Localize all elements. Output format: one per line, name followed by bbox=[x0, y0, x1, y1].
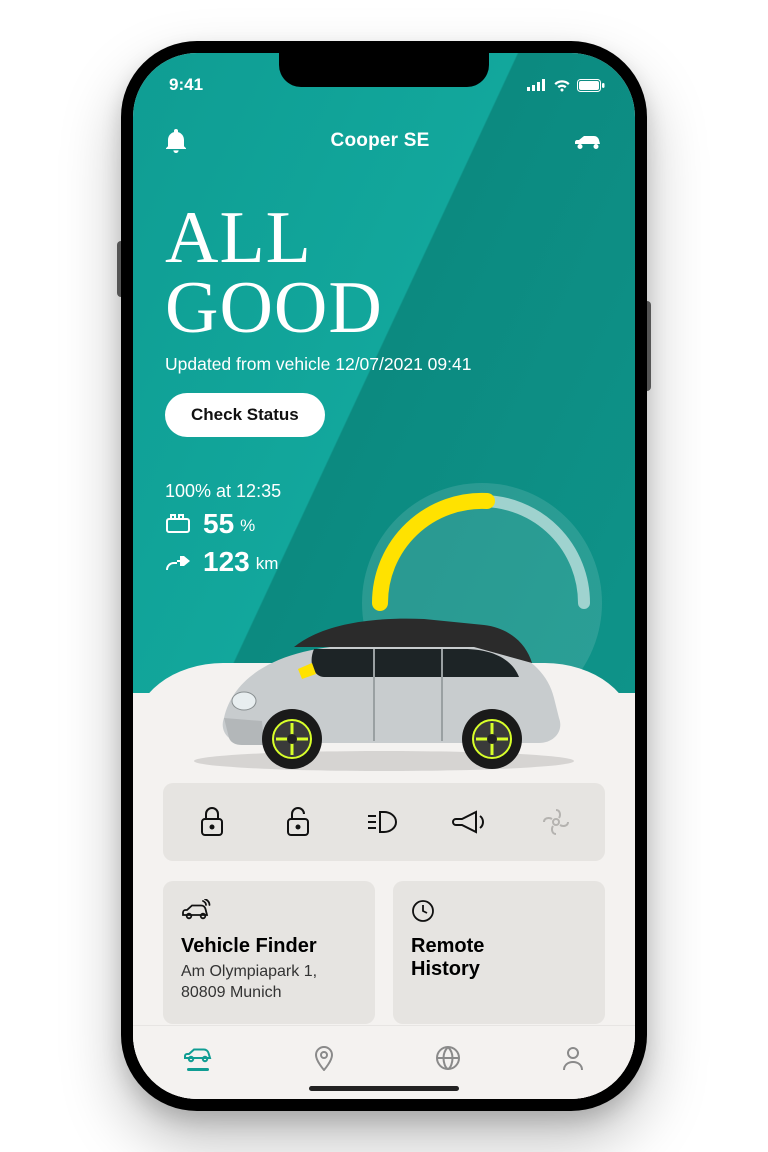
status-indicators bbox=[527, 79, 605, 92]
tab-vehicle[interactable] bbox=[183, 1044, 213, 1071]
lock-button[interactable] bbox=[169, 783, 255, 861]
remote-history-card[interactable]: Remote History bbox=[393, 881, 605, 1024]
lock-icon bbox=[196, 805, 228, 839]
finder-title: Vehicle Finder bbox=[181, 935, 357, 958]
range-value: 123 bbox=[203, 546, 250, 578]
finder-address: Am Olympiapark 1, 80809 Munich bbox=[181, 962, 357, 1004]
tab-map[interactable] bbox=[313, 1045, 335, 1071]
unlock-button[interactable] bbox=[255, 783, 341, 861]
clock-icon bbox=[411, 899, 435, 923]
status-time: 9:41 bbox=[169, 75, 203, 95]
tab-discover[interactable] bbox=[435, 1045, 461, 1071]
person-icon bbox=[561, 1045, 585, 1071]
updated-text: Updated from vehicle 12/07/2021 09:41 bbox=[165, 354, 603, 375]
home-indicator[interactable] bbox=[309, 1086, 459, 1091]
history-title: Remote History bbox=[411, 935, 587, 981]
bell-icon bbox=[165, 129, 187, 153]
headlight-icon bbox=[366, 808, 402, 836]
tab-profile[interactable] bbox=[561, 1045, 585, 1071]
climate-button[interactable] bbox=[513, 783, 599, 861]
vehicle-finder-card[interactable]: Vehicle Finder Am Olympiapark 1, 80809 M… bbox=[163, 881, 375, 1024]
battery-pack-icon bbox=[165, 514, 193, 534]
unlock-icon bbox=[282, 805, 314, 839]
wifi-icon bbox=[553, 79, 571, 92]
notifications-button[interactable] bbox=[165, 129, 187, 153]
status-headline: ALL GOOD bbox=[165, 203, 603, 344]
car-locate-icon bbox=[181, 899, 211, 921]
battery-unit: % bbox=[240, 516, 255, 540]
fan-icon bbox=[540, 806, 572, 838]
hero: Cooper SE ALL GOOD Updated from vehicle … bbox=[133, 53, 635, 693]
charging-plug-icon bbox=[165, 552, 193, 572]
globe-icon bbox=[435, 1045, 461, 1071]
battery-percent: 55 bbox=[203, 508, 234, 540]
app-bar: Cooper SE bbox=[165, 113, 603, 169]
pin-icon bbox=[313, 1045, 335, 1071]
quick-actions bbox=[163, 783, 605, 861]
vehicle-selector-button[interactable] bbox=[573, 132, 603, 150]
battery-icon bbox=[577, 79, 605, 92]
car-icon bbox=[183, 1044, 213, 1064]
car-small-icon bbox=[573, 132, 603, 150]
vehicle-title[interactable]: Cooper SE bbox=[331, 130, 430, 152]
check-status-button[interactable]: Check Status bbox=[165, 393, 325, 437]
cellular-icon bbox=[527, 79, 547, 91]
lights-button[interactable] bbox=[341, 783, 427, 861]
horn-button[interactable] bbox=[427, 783, 513, 861]
horn-icon bbox=[452, 809, 488, 835]
range-unit: km bbox=[256, 554, 279, 578]
